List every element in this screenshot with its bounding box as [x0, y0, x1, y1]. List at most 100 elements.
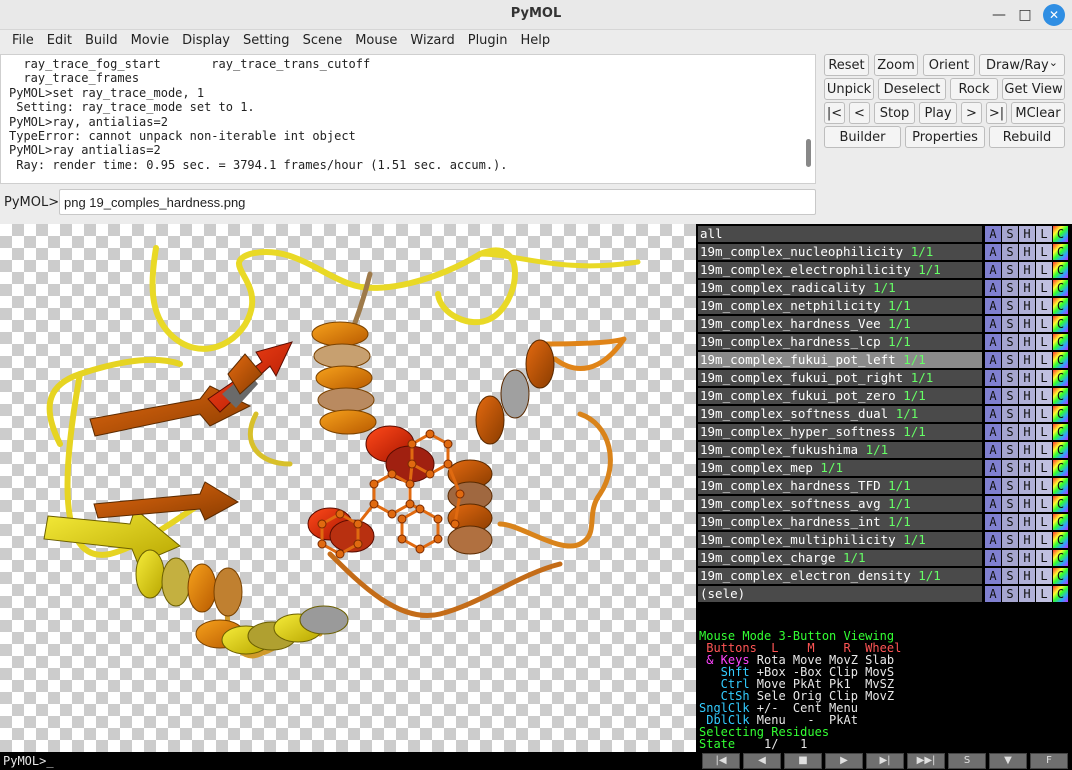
object-action-button[interactable]: A — [985, 406, 1001, 422]
object-action-button[interactable]: A — [985, 478, 1001, 494]
object-row[interactable]: 19m_complex_hardness_int 1/1 A S H L C — [698, 514, 1070, 530]
draw-ray-dropdown[interactable]: Draw/Ray ⌄ — [979, 54, 1065, 76]
play-button[interactable]: Play — [919, 102, 957, 124]
object-label-button[interactable]: L — [1036, 352, 1052, 368]
object-label-button[interactable]: L — [1036, 478, 1052, 494]
object-label-button[interactable]: L — [1036, 280, 1052, 296]
object-color-button[interactable]: C — [1053, 532, 1068, 548]
object-action-button[interactable]: A — [985, 352, 1001, 368]
properties-button[interactable]: Properties — [905, 126, 985, 148]
object-color-button[interactable]: C — [1053, 334, 1068, 350]
builder-button[interactable]: Builder — [824, 126, 901, 148]
object-label-button[interactable]: L — [1036, 316, 1052, 332]
object-row[interactable]: 19m_complex_electron_density 1/1 A S H L C — [698, 568, 1070, 584]
object-label-button[interactable]: L — [1036, 298, 1052, 314]
object-row[interactable]: 19m_complex_softness_avg 1/1 A S H L C — [698, 496, 1070, 512]
object-action-button[interactable]: A — [985, 424, 1001, 440]
console-output[interactable]: ray_trace_fog_start ray_trace_trans_cuto… — [0, 54, 816, 184]
object-label-button[interactable]: L — [1036, 550, 1052, 566]
deselect-button[interactable]: Deselect — [878, 78, 946, 100]
object-name[interactable]: 19m_complex_hardness_TFD 1/1 — [698, 478, 982, 494]
object-color-button[interactable]: C — [1053, 424, 1068, 440]
internal-command-line[interactable]: PyMOL>_ — [0, 752, 696, 770]
object-hide-button[interactable]: H — [1019, 460, 1035, 476]
object-hide-button[interactable]: H — [1019, 370, 1035, 386]
object-show-button[interactable]: S — [1002, 244, 1018, 260]
object-show-button[interactable]: S — [1002, 496, 1018, 512]
object-label-button[interactable]: L — [1036, 532, 1052, 548]
object-show-button[interactable]: S — [1002, 226, 1018, 242]
object-color-button[interactable]: C — [1053, 316, 1068, 332]
object-action-button[interactable]: A — [985, 568, 1001, 584]
object-row[interactable]: 19m_complex_netphilicity 1/1 A S H L C — [698, 298, 1070, 314]
object-color-button[interactable]: C — [1053, 478, 1068, 494]
object-row[interactable]: 19m_complex_multiphilicity 1/1 A S H L C — [698, 532, 1070, 548]
movie-next-button[interactable]: ▶| — [866, 753, 904, 769]
object-label-button[interactable]: L — [1036, 424, 1052, 440]
object-hide-button[interactable]: H — [1019, 442, 1035, 458]
object-action-button[interactable]: A — [985, 298, 1001, 314]
menu-plugin[interactable]: Plugin — [462, 30, 515, 54]
object-hide-button[interactable]: H — [1019, 352, 1035, 368]
maximize-icon[interactable]: □ — [1014, 4, 1036, 26]
object-label-button[interactable]: L — [1036, 586, 1052, 602]
object-hide-button[interactable]: H — [1019, 262, 1035, 278]
last-frame-button[interactable]: >| — [986, 102, 1007, 124]
object-show-button[interactable]: S — [1002, 370, 1018, 386]
object-label-button[interactable]: L — [1036, 460, 1052, 476]
object-action-button[interactable]: A — [985, 514, 1001, 530]
menu-mouse[interactable]: Mouse — [349, 30, 404, 54]
object-name[interactable]: 19m_complex_hardness_lcp 1/1 — [698, 334, 982, 350]
minimize-icon[interactable]: — — [988, 4, 1010, 26]
menu-display[interactable]: Display — [176, 30, 237, 54]
mclear-button[interactable]: MClear — [1011, 102, 1065, 124]
object-show-button[interactable]: S — [1002, 424, 1018, 440]
menu-build[interactable]: Build — [79, 30, 125, 54]
object-row[interactable]: 19m_complex_fukushima 1/1 A S H L C — [698, 442, 1070, 458]
object-row[interactable]: all A S H L C — [698, 226, 1070, 242]
orient-button[interactable]: Orient — [923, 54, 975, 76]
object-action-button[interactable]: A — [985, 244, 1001, 260]
object-row[interactable]: (sele) A S H L C — [698, 586, 1070, 602]
object-label-button[interactable]: L — [1036, 388, 1052, 404]
object-show-button[interactable]: S — [1002, 442, 1018, 458]
object-hide-button[interactable]: H — [1019, 280, 1035, 296]
object-row[interactable]: 19m_complex_softness_dual 1/1 A S H L C — [698, 406, 1070, 422]
object-name[interactable]: 19m_complex_hardness_Vee 1/1 — [698, 316, 982, 332]
object-color-button[interactable]: C — [1053, 496, 1068, 512]
console-scrollbar[interactable] — [806, 139, 811, 167]
object-action-button[interactable]: A — [985, 532, 1001, 548]
object-label-button[interactable]: L — [1036, 406, 1052, 422]
object-name[interactable]: 19m_complex_electron_density 1/1 — [698, 568, 982, 584]
object-hide-button[interactable]: H — [1019, 586, 1035, 602]
object-action-button[interactable]: A — [985, 334, 1001, 350]
object-show-button[interactable]: S — [1002, 316, 1018, 332]
object-name[interactable]: 19m_complex_electrophilicity 1/1 — [698, 262, 982, 278]
object-show-button[interactable]: S — [1002, 460, 1018, 476]
object-action-button[interactable]: A — [985, 496, 1001, 512]
object-row[interactable]: 19m_complex_hardness_lcp 1/1 A S H L C — [698, 334, 1070, 350]
object-hide-button[interactable]: H — [1019, 334, 1035, 350]
prev-frame-button[interactable]: < — [849, 102, 870, 124]
object-action-button[interactable]: A — [985, 280, 1001, 296]
object-name[interactable]: 19m_complex_hyper_softness 1/1 — [698, 424, 982, 440]
object-hide-button[interactable]: H — [1019, 532, 1035, 548]
object-name[interactable]: 19m_complex_softness_dual 1/1 — [698, 406, 982, 422]
object-name[interactable]: 19m_complex_netphilicity 1/1 — [698, 298, 982, 314]
close-icon[interactable]: ✕ — [1043, 4, 1065, 26]
object-color-button[interactable]: C — [1053, 460, 1068, 476]
object-name[interactable]: 19m_complex_hardness_int 1/1 — [698, 514, 982, 530]
object-hide-button[interactable]: H — [1019, 568, 1035, 584]
movie-last-button[interactable]: ▶▶| — [907, 753, 945, 769]
object-row[interactable]: 19m_complex_fukui_pot_left 1/1 A S H L C — [698, 352, 1070, 368]
menu-help[interactable]: Help — [515, 30, 558, 54]
object-row[interactable]: 19m_complex_nucleophilicity 1/1 A S H L C — [698, 244, 1070, 260]
object-color-button[interactable]: C — [1053, 442, 1068, 458]
object-hide-button[interactable]: H — [1019, 424, 1035, 440]
object-hide-button[interactable]: H — [1019, 226, 1035, 242]
object-show-button[interactable]: S — [1002, 352, 1018, 368]
object-name[interactable]: 19m_complex_fukui_pot_left 1/1 — [698, 352, 982, 368]
object-label-button[interactable]: L — [1036, 262, 1052, 278]
object-hide-button[interactable]: H — [1019, 550, 1035, 566]
object-hide-button[interactable]: H — [1019, 478, 1035, 494]
